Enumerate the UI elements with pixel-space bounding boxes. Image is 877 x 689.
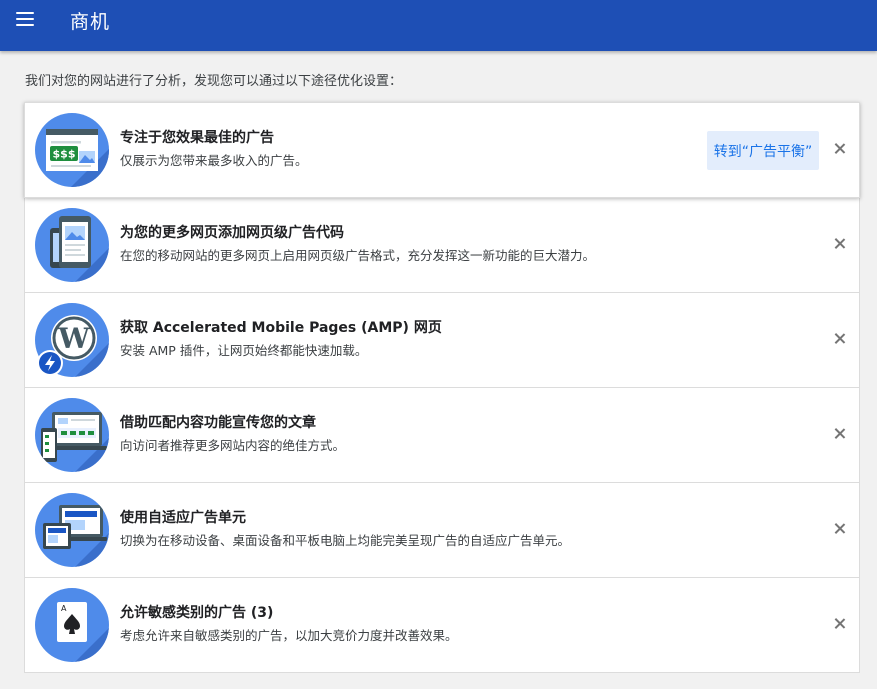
card-description: 考虑允许来自敏感类别的广告，以加大竞价力度并改善效果。: [120, 628, 458, 643]
opportunity-list: $$$ 专注于您效果最佳的广告 仅展示为您带来最多收入的广告。 转到“广告平衡”: [24, 102, 860, 673]
ad-dollar-icon: $$$: [35, 113, 109, 187]
responsive-devices-icon: [35, 493, 109, 567]
card-title: 使用自适应广告单元: [120, 510, 246, 526]
page-title: 商机: [70, 11, 111, 33]
close-icon[interactable]: [831, 140, 849, 158]
wordpress-amp-icon: W: [35, 303, 109, 377]
close-icon[interactable]: [831, 520, 849, 538]
playing-card-icon: A: [35, 588, 109, 662]
card-description: 向访问者推荐更多网站内容的绝佳方式。: [120, 438, 346, 453]
card-description: 切换为在移动设备、桌面设备和平板电脑上均能完美呈现广告的自适应广告单元。: [120, 533, 571, 548]
opportunity-card-amp: W 获取 Accelerated Mobile Pages (AMP) 网页 安…: [24, 293, 860, 388]
close-icon[interactable]: [831, 330, 849, 348]
close-icon[interactable]: [831, 235, 849, 253]
card-title: 借助匹配内容功能宣传您的文章: [120, 415, 316, 431]
card-title: 为您的更多网页添加网页级广告代码: [120, 225, 344, 241]
opportunity-card-responsive-ads: 使用自适应广告单元 切换为在移动设备、桌面设备和平板电脑上均能完美呈现广告的自适…: [24, 483, 860, 578]
mobile-page-icon: [35, 208, 109, 282]
close-icon[interactable]: [831, 615, 849, 633]
intro-text: 我们对您的网站进行了分析，发现您可以通过以下途径优化设置：: [25, 74, 403, 89]
card-description: 仅展示为您带来最多收入的广告。: [120, 153, 308, 168]
go-to-ad-balance-button[interactable]: 转到“广告平衡”: [707, 131, 819, 170]
svg-text:A: A: [61, 604, 67, 613]
opportunity-card-matched-content: 借助匹配内容功能宣传您的文章 向访问者推荐更多网站内容的绝佳方式。: [24, 388, 860, 483]
card-title: 获取 Accelerated Mobile Pages (AMP) 网页: [120, 320, 442, 336]
menu-icon[interactable]: [14, 8, 38, 32]
opportunity-card-ad-balance: $$$ 专注于您效果最佳的广告 仅展示为您带来最多收入的广告。 转到“广告平衡”: [24, 102, 860, 198]
app-bar: 商机: [0, 0, 877, 51]
matched-content-icon: [35, 398, 109, 472]
opportunity-card-sensitive-categories: A 允许敏感类别的广告 (3) 考虑允许来自敏感类别的广告，以加大竞价力度并改善…: [24, 578, 860, 673]
close-icon[interactable]: [831, 425, 849, 443]
card-description: 在您的移动网站的更多网页上启用网页级广告格式，充分发挥这一新功能的巨大潜力。: [120, 248, 596, 263]
card-title: 允许敏感类别的广告 (3): [120, 605, 274, 621]
card-description: 安装 AMP 插件，让网页始终都能快速加载。: [120, 343, 368, 358]
card-title: 专注于您效果最佳的广告: [120, 130, 274, 146]
svg-text:$$$: $$$: [53, 148, 76, 161]
svg-text:W: W: [57, 322, 90, 355]
opportunity-card-page-level-ads: 为您的更多网页添加网页级广告代码 在您的移动网站的更多网页上启用网页级广告格式，…: [24, 198, 860, 293]
